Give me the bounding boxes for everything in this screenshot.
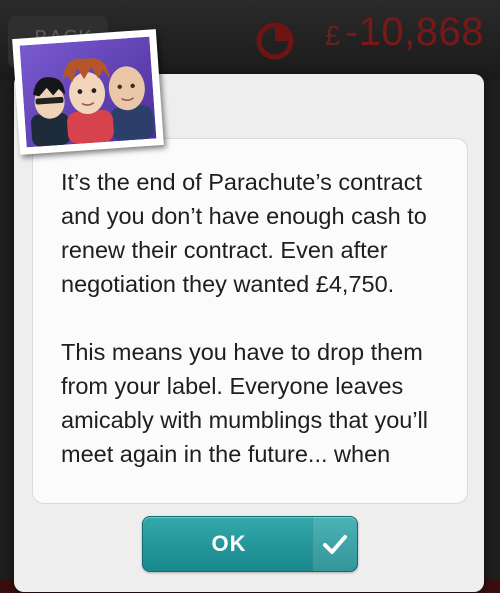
contract-end-dialog: It’s the end of Parachute’s contract and…: [14, 74, 484, 592]
cash-balance: £ -10,868: [325, 10, 484, 55]
message-paragraph-2: This means you have to drop them from yo…: [61, 339, 429, 467]
band-photo: [12, 29, 164, 155]
message-paragraph-1: It’s the end of Parachute’s contract and…: [61, 169, 427, 297]
ok-button[interactable]: OK: [142, 516, 358, 572]
app-screen: BACK £-10,868 It’s the end of Parachute’…: [0, 0, 500, 593]
band-illustration: [19, 36, 157, 148]
check-icon: [312, 517, 357, 571]
message-card: It’s the end of Parachute’s contract and…: [32, 138, 468, 504]
ok-label: OK: [211, 531, 247, 556]
pie-chart-icon: [256, 22, 294, 60]
cash-value: -10,868: [344, 10, 484, 54]
currency-symbol: £: [324, 20, 341, 51]
